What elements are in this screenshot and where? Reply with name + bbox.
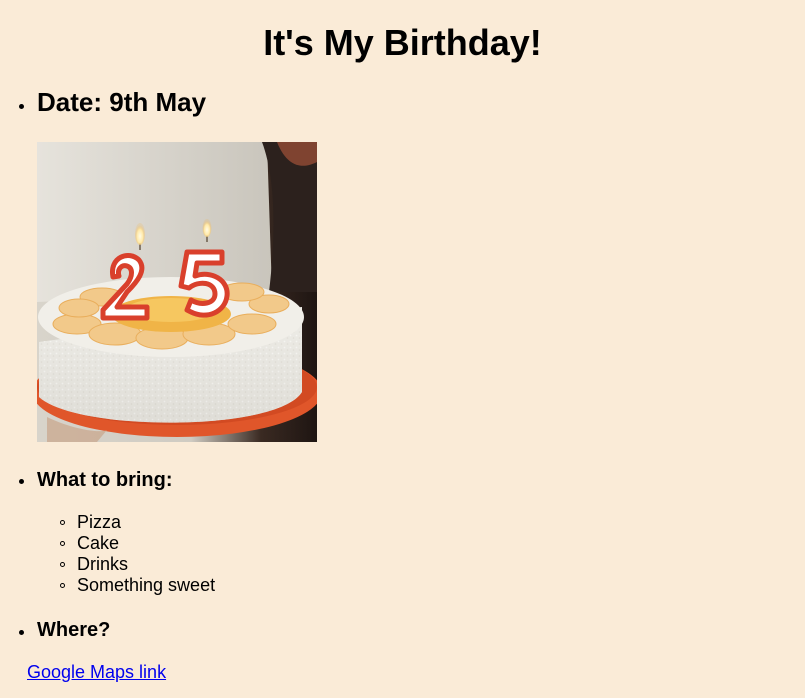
bring-item-label: Cake [77,533,120,553]
where-heading: Where? [37,619,111,641]
bullet-disc [19,479,24,484]
bring-item-label: Something sweet [77,575,216,595]
bullet-circle [60,562,65,567]
bullet-circle [60,583,65,588]
bring-heading: What to bring: [37,469,173,491]
bring-item-label: Drinks [77,554,129,574]
bullet-circle [60,520,65,525]
google-maps-link[interactable]: Google Maps link [27,662,166,683]
date-heading: Date: 9th May [37,87,207,117]
cake-image [37,142,317,442]
page: It's My Birthday! Date: 9th May What to … [0,0,805,698]
bullet-disc [19,104,24,109]
page-title: It's My Birthday! [263,22,542,63]
bring-item-label: Pizza [77,512,122,532]
bullet-disc [19,630,24,635]
bullet-circle [60,541,65,546]
